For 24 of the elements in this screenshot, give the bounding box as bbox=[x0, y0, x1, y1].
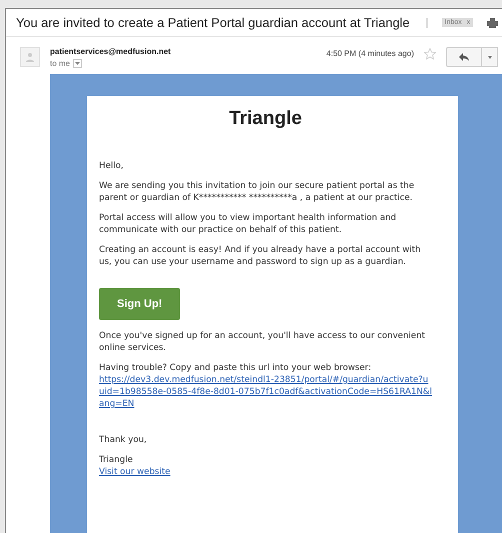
body-paragraph: Portal access will allow you to view important health information and communicate with our practice on behalf of this patient. bbox=[99, 212, 398, 236]
star-icon[interactable] bbox=[424, 48, 436, 60]
received-time: 4:50 PM (4 minutes ago) bbox=[326, 49, 414, 60]
activation-link[interactable]: https://dev3.dev.medfusion.net/steindl1-23851/portal/#/guardian/activate?uuid=1b98558e-0585-4f8e-8d01-075b7f1c0adf&activationCode=HS61RA1N&lang=EN bbox=[99, 374, 432, 410]
signature-text: Triangle bbox=[99, 454, 134, 466]
email-subject: You are invited to create a Patient Portal guardian account at Triangle bbox=[16, 15, 410, 30]
sender-email: patientservices@medfusion.net bbox=[50, 47, 172, 56]
reply-icon bbox=[459, 53, 469, 61]
body-paragraph: Having trouble? Copy and paste this url into your web browser: bbox=[99, 362, 372, 374]
body-paragraph: Creating an account is easy! And if you already have a portal account with us, you can use your username and password to sign up as a guardian. bbox=[99, 244, 422, 268]
thanks-text: Thank you, bbox=[99, 434, 148, 446]
website-link[interactable]: Visit our website bbox=[99, 466, 432, 478]
body-paragraph: We are sending you this invitation to join our secure patient portal as the parent or guardian of K*********** **********a , a patient at our practice. bbox=[99, 180, 416, 204]
recipient-text: to me bbox=[50, 59, 70, 68]
importance-marker[interactable] bbox=[426, 18, 428, 28]
avatar-placeholder bbox=[20, 47, 40, 67]
body-paragraph: Once you've signed up for an account, you'll have access to our convenient online services. bbox=[99, 330, 426, 354]
caret-icon bbox=[75, 62, 80, 65]
reply-button[interactable] bbox=[446, 47, 482, 67]
greeting-text: Hello, bbox=[99, 160, 125, 172]
sign-up-button[interactable]: Sign Up! bbox=[99, 288, 180, 320]
brand-title: Triangle bbox=[228, 108, 303, 130]
details-dropdown[interactable] bbox=[73, 59, 82, 68]
caret-icon bbox=[488, 56, 492, 58]
